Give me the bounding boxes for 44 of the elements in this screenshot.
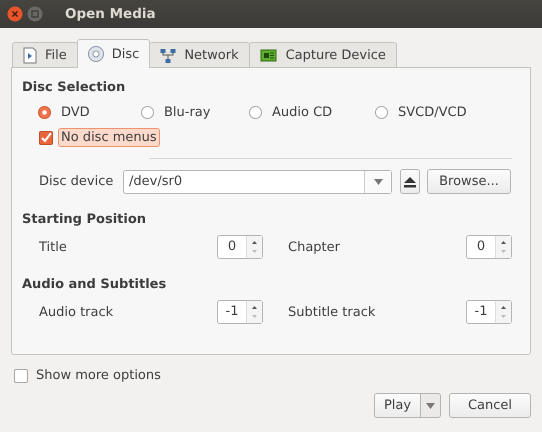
radio-button[interactable] <box>141 106 154 119</box>
section-heading: Starting Position <box>22 212 148 227</box>
radio-option[interactable]: Audio CD <box>249 105 375 120</box>
spin-box[interactable]: 0 <box>466 235 512 259</box>
radio-option[interactable]: DVD <box>38 105 141 120</box>
caret-icon <box>426 402 435 408</box>
tab[interactable]: Disc <box>76 39 150 68</box>
checkbox[interactable] <box>39 130 53 144</box>
field-label: Disc device <box>39 174 114 189</box>
tab[interactable]: Network <box>149 42 250 68</box>
cancel-button[interactable]: Cancel <box>449 393 531 418</box>
browse-button[interactable]: Browse... <box>427 169 511 194</box>
radio-option[interactable]: SVCD/VCD <box>375 105 467 120</box>
radio-button[interactable] <box>38 106 51 119</box>
play-button[interactable]: Play <box>374 393 421 418</box>
window-title: Open Media <box>65 6 156 22</box>
radio-button[interactable] <box>375 106 388 119</box>
spin-box[interactable]: -1 <box>217 300 263 324</box>
minimize-icon[interactable] <box>27 6 43 22</box>
tab[interactable]: File <box>12 42 78 68</box>
field-label: Chapter <box>288 240 341 254</box>
field-label: Audio track <box>39 304 114 320</box>
network-icon <box>160 48 176 64</box>
section-heading: Disc Selection <box>22 80 126 95</box>
device-dropdown[interactable]: /dev/sr0 <box>123 170 392 194</box>
section-heading: Audio and Subtitles <box>22 277 168 292</box>
checkbox[interactable] <box>14 368 28 382</box>
play-options-button[interactable] <box>421 393 441 418</box>
checkbox-label[interactable]: No disc menus <box>58 128 160 147</box>
tab[interactable]: Capture Device <box>248 42 397 68</box>
field-label: Title <box>39 240 68 254</box>
spin-box[interactable]: -1 <box>466 300 512 324</box>
close-icon[interactable] <box>7 6 23 22</box>
eject-button[interactable] <box>400 169 420 194</box>
dropdown-arrow-icon <box>374 178 382 184</box>
radio-option[interactable]: Blu-ray <box>141 105 249 120</box>
file-icon <box>23 47 37 64</box>
field-label: Subtitle track <box>288 304 376 320</box>
capture-card-icon <box>260 48 278 64</box>
checkbox-label[interactable]: Show more options <box>33 366 164 385</box>
eject-icon <box>403 174 417 188</box>
radio-button[interactable] <box>249 106 262 119</box>
disc-icon <box>88 46 104 62</box>
spin-box[interactable]: 0 <box>217 235 263 259</box>
